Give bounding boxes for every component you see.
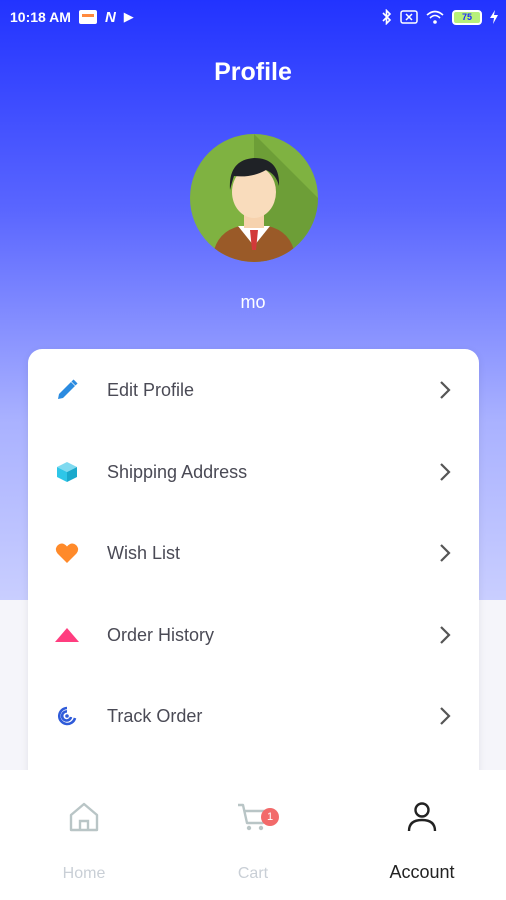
chevron-right-icon — [437, 380, 453, 400]
menu-item-label: Order History — [107, 624, 215, 645]
avatar-person-icon — [212, 134, 318, 262]
nav-tab-account[interactable]: Account — [338, 770, 506, 900]
chevron-right-icon — [437, 462, 453, 482]
notification-app-icon — [78, 10, 97, 24]
nav-label: Account — [389, 862, 455, 882]
user-icon — [405, 800, 439, 834]
status-bar: 10:18 AM N ▶ 75 — [0, 0, 506, 34]
chevron-right-icon — [437, 625, 453, 645]
home-icon — [67, 800, 101, 834]
package-box-icon — [54, 459, 80, 485]
cart-count-badge: 1 — [261, 808, 279, 826]
page-title: Profile — [214, 58, 292, 86]
menu-item-wish-list[interactable]: Wish List — [28, 523, 479, 583]
bluetooth-icon — [382, 9, 392, 25]
chevron-right-icon — [437, 706, 453, 726]
triangle-icon — [54, 622, 80, 648]
menu-item-label: Wish List — [107, 542, 181, 563]
bottom-navigation: Home 1 Cart Account — [0, 770, 506, 900]
charging-icon — [490, 10, 498, 24]
heart-icon — [54, 540, 80, 566]
status-left: 10:18 AM N ▶ — [10, 9, 134, 26]
n-app-icon: N — [104, 8, 116, 26]
nav-label: Cart — [237, 865, 269, 882]
play-app-icon: ▶ — [123, 9, 134, 24]
menu-item-edit-profile[interactable]: Edit Profile — [28, 360, 479, 420]
menu-item-shipping-address[interactable]: Shipping Address — [28, 442, 479, 502]
no-sim-icon — [400, 10, 418, 24]
menu-item-order-history[interactable]: Order History — [28, 605, 479, 665]
nav-tab-cart[interactable]: 1 Cart — [169, 770, 337, 900]
radar-icon — [54, 703, 80, 729]
nav-tab-home[interactable]: Home — [0, 770, 168, 900]
chevron-right-icon — [437, 543, 453, 563]
status-time: 10:18 AM — [10, 9, 71, 25]
avatar[interactable] — [190, 134, 318, 262]
nav-label: Home — [62, 865, 106, 882]
profile-menu-card: Edit Profile Shipping Address Wish List — [28, 349, 479, 789]
status-right: 75 — [382, 9, 498, 25]
menu-item-label: Track Order — [107, 705, 203, 726]
username: mo — [240, 292, 266, 312]
wifi-icon — [426, 10, 444, 24]
pencil-icon — [54, 377, 80, 403]
menu-item-label: Edit Profile — [107, 379, 195, 400]
menu-item-track-order[interactable]: Track Order — [28, 686, 479, 746]
battery-indicator: 75 — [452, 9, 482, 25]
menu-item-label: Shipping Address — [107, 461, 248, 482]
